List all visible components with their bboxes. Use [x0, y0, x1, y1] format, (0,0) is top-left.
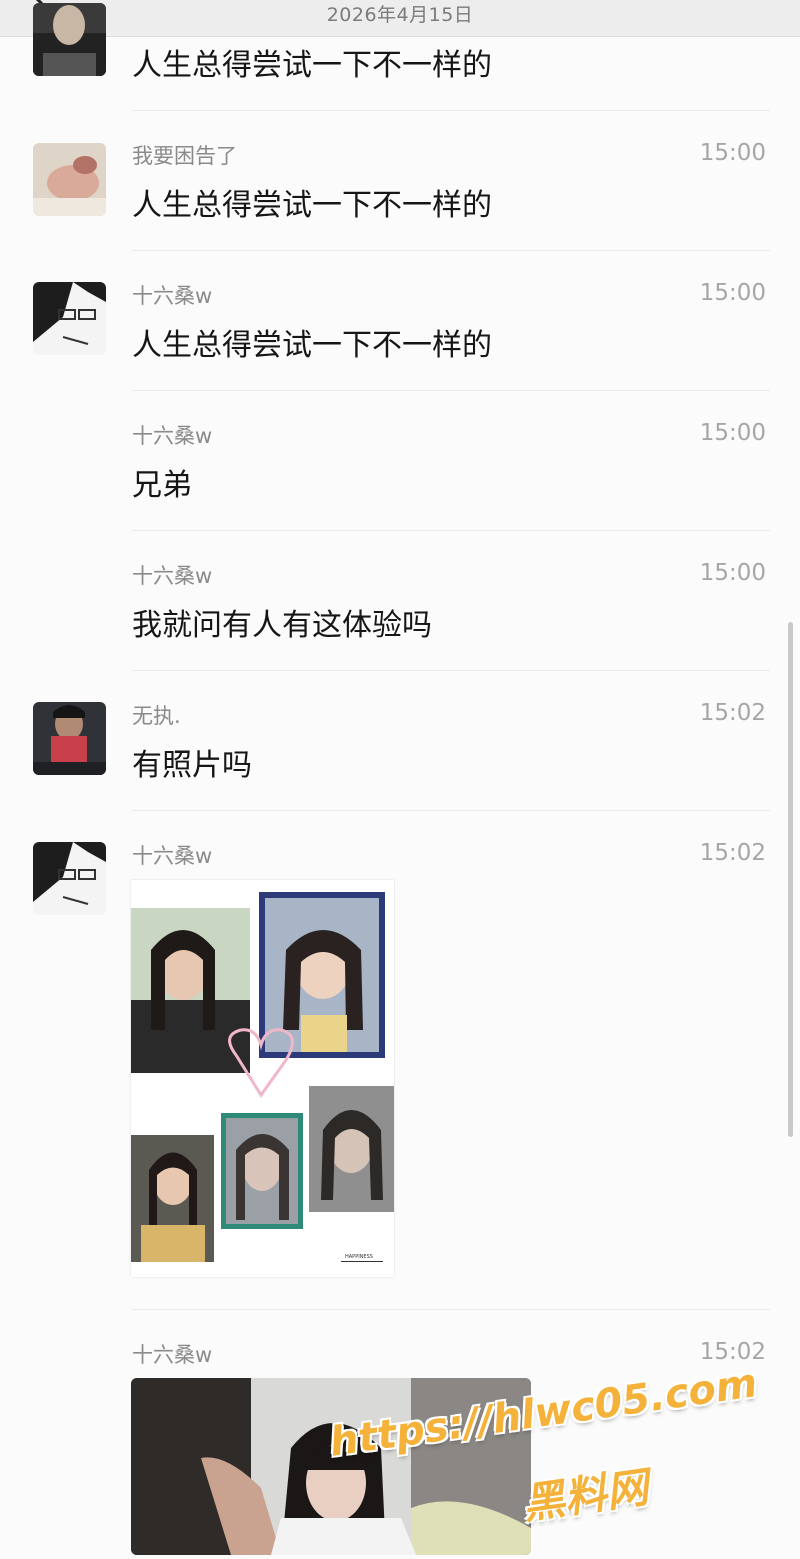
avatar[interactable] [33, 3, 106, 76]
message-time: 15:00 [699, 280, 766, 306]
avatar[interactable] [33, 143, 106, 216]
avatar[interactable] [33, 282, 106, 355]
message-time: 15:02 [699, 700, 766, 726]
sender-name: 无执. [132, 704, 181, 728]
message-text: 我就问有人有这体验吗 [132, 608, 432, 643]
divider [132, 390, 770, 391]
divider [132, 670, 770, 671]
message-text: 人生总得尝试一下不一样的 [132, 328, 492, 363]
sender-name: 十六桑w [132, 844, 213, 868]
divider [132, 1309, 770, 1310]
watermark-url: https://hlwc05.com [326, 1360, 761, 1466]
divider [132, 250, 770, 251]
date-title: 2026年4月15日 [326, 4, 474, 26]
divider [132, 810, 770, 811]
message-text: 有照片吗 [132, 748, 252, 783]
message-time: 15:00 [699, 420, 766, 446]
message-text: 兄弟 [132, 468, 192, 503]
sender-name: 十六桑w [132, 564, 213, 588]
watermark-site: 黑料网 [519, 1462, 652, 1529]
collage-caption: HAPPINESS [345, 1254, 373, 1260]
avatar[interactable] [33, 842, 106, 915]
message-time: 15:00 [699, 560, 766, 586]
message-time: 15:02 [699, 840, 766, 866]
message-time: 15:02 [699, 1339, 766, 1365]
message-text: 人生总得尝试一下不一样的 [132, 48, 492, 83]
top-bar: 2026年4月15日 [0, 0, 800, 37]
divider [132, 110, 770, 111]
divider [132, 530, 770, 531]
photo-collage-image[interactable]: HAPPINESS [131, 880, 394, 1277]
scrollbar[interactable] [788, 622, 793, 1137]
sender-name: 我要困告了 [132, 144, 237, 168]
message-time: 15:00 [699, 140, 766, 166]
message-text: 人生总得尝试一下不一样的 [132, 188, 492, 223]
sender-name: 十六桑w [132, 424, 213, 448]
avatar[interactable] [33, 702, 106, 775]
sender-name: 十六桑w [132, 1343, 213, 1367]
sender-name: 十六桑w [132, 284, 213, 308]
